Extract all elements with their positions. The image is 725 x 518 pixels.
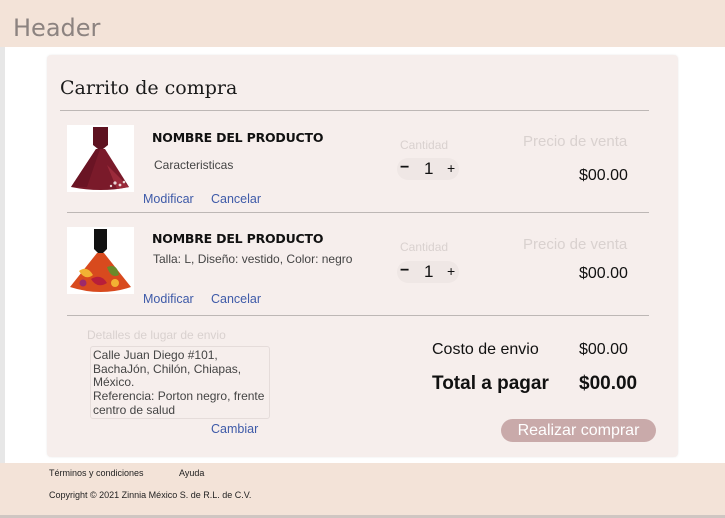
- price-label: Precio de venta: [523, 133, 628, 150]
- modify-link[interactable]: Modificar: [143, 292, 194, 306]
- cancel-link[interactable]: Cancelar: [211, 292, 261, 306]
- decrease-quantity-button[interactable]: −: [400, 262, 409, 280]
- terms-link[interactable]: Términos y condiciones: [49, 468, 144, 478]
- address-line: Calle Juan Diego #101,: [93, 348, 218, 362]
- divider: [67, 315, 649, 316]
- quantity-label: Cantidad: [400, 138, 449, 152]
- product-description: Caracteristicas: [154, 158, 234, 172]
- address-line: México.: [93, 375, 135, 390]
- shipping-details-label: Detalles de lugar de envio: [87, 328, 226, 342]
- header: Header: [0, 0, 725, 47]
- modify-link[interactable]: Modificar: [143, 192, 194, 206]
- page-left-edge: [0, 47, 5, 463]
- copyright-text: Copyright © 2021 Zinnia México S. de R.L…: [49, 490, 252, 500]
- product-price: $00.00: [579, 167, 628, 184]
- product-name: NOMBRE DEL PRODUCTO: [152, 130, 324, 145]
- total-label: Total a pagar: [432, 373, 549, 394]
- increase-quantity-button[interactable]: +: [447, 263, 455, 279]
- place-order-button[interactable]: Realizar comprar: [501, 419, 656, 442]
- quantity-stepper[interactable]: − 1 +: [397, 261, 459, 283]
- cart-card: Carrito de compra NOMBRE DEL PRODUCTO Ca…: [47, 55, 678, 457]
- address-line: centro de salud: [93, 402, 176, 417]
- change-address-link[interactable]: Cambiar: [211, 422, 258, 436]
- quantity-stepper[interactable]: − 1 +: [397, 158, 459, 180]
- quantity-label: Cantidad: [400, 240, 449, 254]
- increase-quantity-button[interactable]: +: [447, 160, 455, 176]
- shipping-address-box: Calle Juan Diego #101, BachaJón, Chilón,…: [90, 346, 270, 419]
- divider: [60, 110, 649, 111]
- address-line: Referencia: Porton negro, frente: [93, 389, 265, 404]
- help-link[interactable]: Ayuda: [179, 468, 204, 478]
- quantity-value: 1: [424, 262, 434, 281]
- price-label: Precio de venta: [523, 236, 628, 253]
- shipping-cost-label: Costo de envio: [432, 341, 539, 358]
- product-image-floral-dress[interactable]: [67, 227, 134, 294]
- quantity-value: 1: [424, 159, 434, 178]
- product-price: $00.00: [579, 265, 628, 282]
- decrease-quantity-button[interactable]: −: [400, 159, 409, 177]
- product-description: Talla: L, Diseño: vestido, Color: negro: [153, 252, 353, 266]
- cart-title: Carrito de compra: [60, 77, 238, 99]
- cancel-link[interactable]: Cancelar: [211, 192, 261, 206]
- product-image-burgundy-dress[interactable]: [67, 125, 134, 192]
- footer: Términos y condiciones Ayuda Copyright ©…: [0, 463, 725, 518]
- divider: [67, 212, 649, 213]
- address-line: BachaJón, Chilón, Chiapas,: [93, 361, 242, 376]
- header-title: Header: [13, 14, 101, 42]
- shipping-cost-value: $00.00: [579, 341, 628, 358]
- total-value: $00.00: [579, 373, 638, 394]
- product-name: NOMBRE DEL PRODUCTO: [152, 231, 324, 246]
